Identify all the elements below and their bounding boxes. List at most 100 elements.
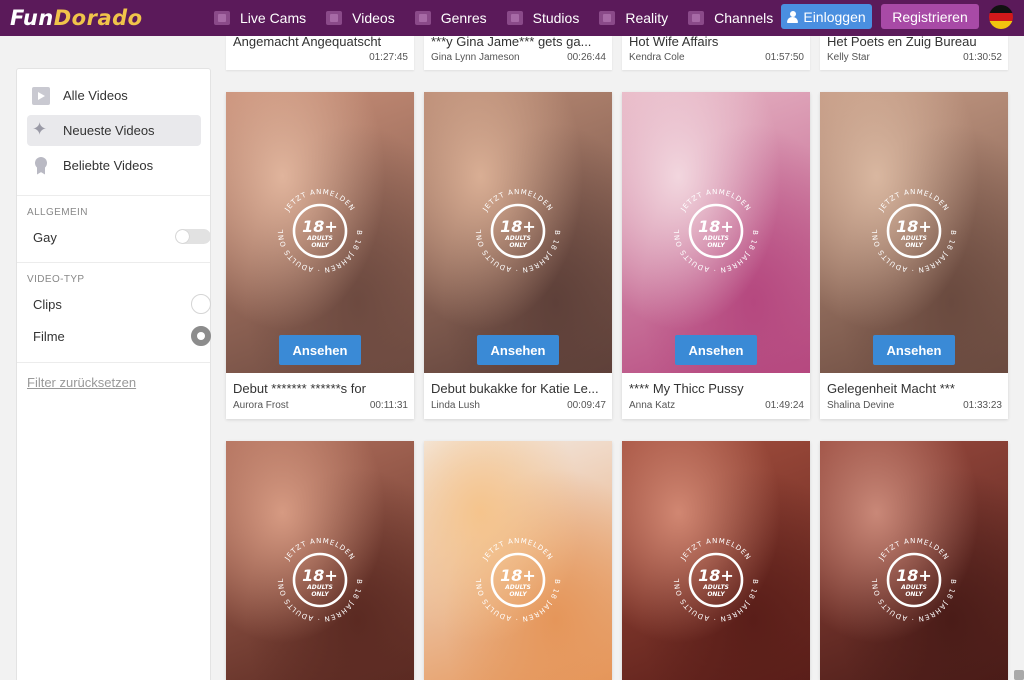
- watch-button[interactable]: Ansehen: [477, 335, 559, 365]
- register-button[interactable]: Registrieren: [881, 4, 979, 29]
- sidebar-item-newest-videos[interactable]: Neueste Videos: [27, 115, 201, 146]
- badge-text-top: JETZT ANMELDEN: [283, 537, 357, 563]
- video-card[interactable]: JETZT ANMELDENAB 18 JAHREN · ADULTS ONLY…: [622, 441, 810, 680]
- video-card-partial[interactable]: ***y Gina Jame*** gets ga... Gina Lynn J…: [424, 34, 612, 70]
- film-icon: [414, 11, 431, 25]
- video-icon: [326, 11, 343, 25]
- gay-toggle[interactable]: [175, 229, 211, 244]
- logo-part-dorado: Dorado: [53, 6, 143, 30]
- video-title: Angemacht Angequatscht: [233, 34, 382, 49]
- top-navigation-bar: Fun Dorado Live Cams Videos Genres Studio…: [0, 0, 1024, 36]
- video-card[interactable]: JETZT ANMELDENAB 18 JAHREN · ADULTS ONLY…: [226, 92, 414, 419]
- video-thumbnail[interactable]: JETZT ANMELDENAB 18 JAHREN · ADULTS ONLY…: [622, 92, 810, 373]
- badge-text-top: JETZT ANMELDEN: [679, 188, 753, 214]
- reset-filter-link[interactable]: Filter zurücksetzen: [27, 375, 136, 390]
- sidebar-item-label: Neueste Videos: [63, 123, 155, 138]
- nav-label: Videos: [352, 10, 395, 26]
- video-author: Anna Katz: [629, 400, 676, 411]
- scrollbar-thumb[interactable]: [1014, 670, 1024, 680]
- video-title: Het Poets en Zuig Bureau: [827, 34, 977, 49]
- video-play-icon: [32, 86, 50, 105]
- video-thumbnail[interactable]: JETZT ANMELDENAB 18 JAHREN · ADULTS ONLY…: [424, 441, 612, 680]
- films-radio[interactable]: [191, 326, 211, 346]
- video-duration: 01:30:52: [963, 52, 1002, 63]
- video-thumbnail[interactable]: JETZT ANMELDENAB 18 JAHREN · ADULTS ONLY…: [424, 92, 612, 373]
- studio-icon: [506, 11, 523, 25]
- video-author: Aurora Frost: [233, 400, 289, 411]
- sparkle-icon: [32, 119, 50, 140]
- badge-adults: ADULTS: [702, 584, 729, 591]
- age-restriction-badge: JETZT ANMELDENAB 18 JAHREN · ADULTS ONLY…: [468, 181, 560, 274]
- badge-only: ONLY: [905, 242, 923, 249]
- badge-only: ONLY: [707, 242, 725, 249]
- video-duration: 00:09:47: [567, 400, 606, 411]
- video-card-partial[interactable]: Het Poets en Zuig Bureau Kelly Star 01:3…: [820, 34, 1008, 70]
- video-card[interactable]: JETZT ANMELDENAB 18 JAHREN · ADULTS ONLY…: [622, 92, 810, 419]
- age-restriction-badge: JETZT ANMELDENAB 18 JAHREN · ADULTS ONLY…: [864, 181, 956, 274]
- badge-only: ONLY: [905, 591, 923, 598]
- video-author: Kelly Star: [827, 52, 870, 63]
- video-title[interactable]: **** My Thicc Pussy: [629, 381, 803, 396]
- badge-adults: ADULTS: [306, 584, 333, 591]
- clapperboard-icon: [599, 11, 616, 25]
- channel-icon: [688, 11, 705, 25]
- nav-live-cams[interactable]: Live Cams: [204, 0, 316, 36]
- login-button[interactable]: Einloggen: [781, 4, 872, 29]
- main-nav: Live Cams Videos Genres Studios Reality …: [204, 0, 783, 36]
- nav-channels[interactable]: Channels: [678, 0, 783, 36]
- video-thumbnail[interactable]: JETZT ANMELDENAB 18 JAHREN · ADULTS ONLY…: [226, 441, 414, 680]
- video-thumbnail[interactable]: JETZT ANMELDENAB 18 JAHREN · ADULTS ONLY…: [820, 441, 1008, 680]
- badge-adults: ADULTS: [900, 235, 927, 242]
- watch-button[interactable]: Ansehen: [873, 335, 955, 365]
- nav-videos[interactable]: Videos: [316, 0, 405, 36]
- watch-button[interactable]: Ansehen: [675, 335, 757, 365]
- badge-adults: ADULTS: [702, 235, 729, 242]
- badge-18-plus: 18+: [698, 566, 734, 585]
- video-card[interactable]: JETZT ANMELDENAB 18 JAHREN · ADULTS ONLY…: [424, 441, 612, 680]
- badge-text-top: JETZT ANMELDEN: [877, 188, 951, 214]
- video-card-partial[interactable]: Angemacht Angequatscht 01:27:45: [226, 34, 414, 70]
- divider: [17, 262, 210, 263]
- nav-label: Studios: [532, 10, 580, 26]
- badge-only: ONLY: [707, 591, 725, 598]
- video-author: Gina Lynn Jameson: [431, 52, 520, 63]
- badge-18-plus: 18+: [896, 566, 932, 585]
- video-card[interactable]: JETZT ANMELDENAB 18 JAHREN · ADULTS ONLY…: [820, 441, 1008, 680]
- sidebar-item-all-videos[interactable]: Alle Videos: [27, 80, 201, 111]
- badge-adults: ADULTS: [504, 584, 531, 591]
- video-thumbnail[interactable]: JETZT ANMELDENAB 18 JAHREN · ADULTS ONLY…: [622, 441, 810, 680]
- section-label-general: ALLGEMEIN: [27, 207, 88, 218]
- site-logo[interactable]: Fun Dorado: [10, 0, 196, 36]
- video-title[interactable]: Debut bukakke for Katie Le...: [431, 381, 605, 396]
- badge-text-top: JETZT ANMELDEN: [877, 537, 951, 563]
- watch-button[interactable]: Ansehen: [279, 335, 361, 365]
- video-title[interactable]: Gelegenheit Macht ***: [827, 381, 1001, 396]
- badge-18-plus: 18+: [896, 217, 932, 236]
- badge-18-plus: 18+: [302, 566, 338, 585]
- german-flag-icon[interactable]: [989, 5, 1013, 29]
- badge-text-top: JETZT ANMELDEN: [481, 537, 555, 563]
- divider: [17, 195, 210, 196]
- age-restriction-badge: JETZT ANMELDENAB 18 JAHREN · ADULTS ONLY…: [270, 530, 362, 623]
- video-card[interactable]: JETZT ANMELDENAB 18 JAHREN · ADULTS ONLY…: [424, 92, 612, 419]
- nav-genres[interactable]: Genres: [405, 0, 497, 36]
- age-restriction-badge: JETZT ANMELDENAB 18 JAHREN · ADULTS ONLY…: [666, 181, 758, 274]
- age-restriction-badge: JETZT ANMELDENAB 18 JAHREN · ADULTS ONLY…: [666, 530, 758, 623]
- sidebar-item-popular-videos[interactable]: Beliebte Videos: [27, 150, 201, 181]
- badge-text-top: JETZT ANMELDEN: [283, 188, 357, 214]
- video-card[interactable]: JETZT ANMELDENAB 18 JAHREN · ADULTS ONLY…: [226, 441, 414, 680]
- clips-radio[interactable]: [191, 294, 211, 314]
- video-card[interactable]: JETZT ANMELDENAB 18 JAHREN · ADULTS ONLY…: [820, 92, 1008, 419]
- nav-studios[interactable]: Studios: [497, 0, 590, 36]
- section-label-video-type: VIDEO-TYP: [27, 274, 85, 285]
- badge-text-top: JETZT ANMELDEN: [679, 537, 753, 563]
- video-card-partial[interactable]: Hot Wife Affairs Kendra Cole 01:57:50: [622, 34, 810, 70]
- video-thumbnail[interactable]: JETZT ANMELDENAB 18 JAHREN · ADULTS ONLY…: [226, 92, 414, 373]
- badge-18-plus: 18+: [698, 217, 734, 236]
- divider: [17, 362, 210, 363]
- video-title[interactable]: Debut ******* ******s for: [233, 381, 407, 396]
- sidebar-item-label: Beliebte Videos: [63, 158, 154, 173]
- nav-reality[interactable]: Reality: [589, 0, 678, 36]
- video-title: Hot Wife Affairs: [629, 34, 719, 49]
- video-thumbnail[interactable]: JETZT ANMELDENAB 18 JAHREN · ADULTS ONLY…: [820, 92, 1008, 373]
